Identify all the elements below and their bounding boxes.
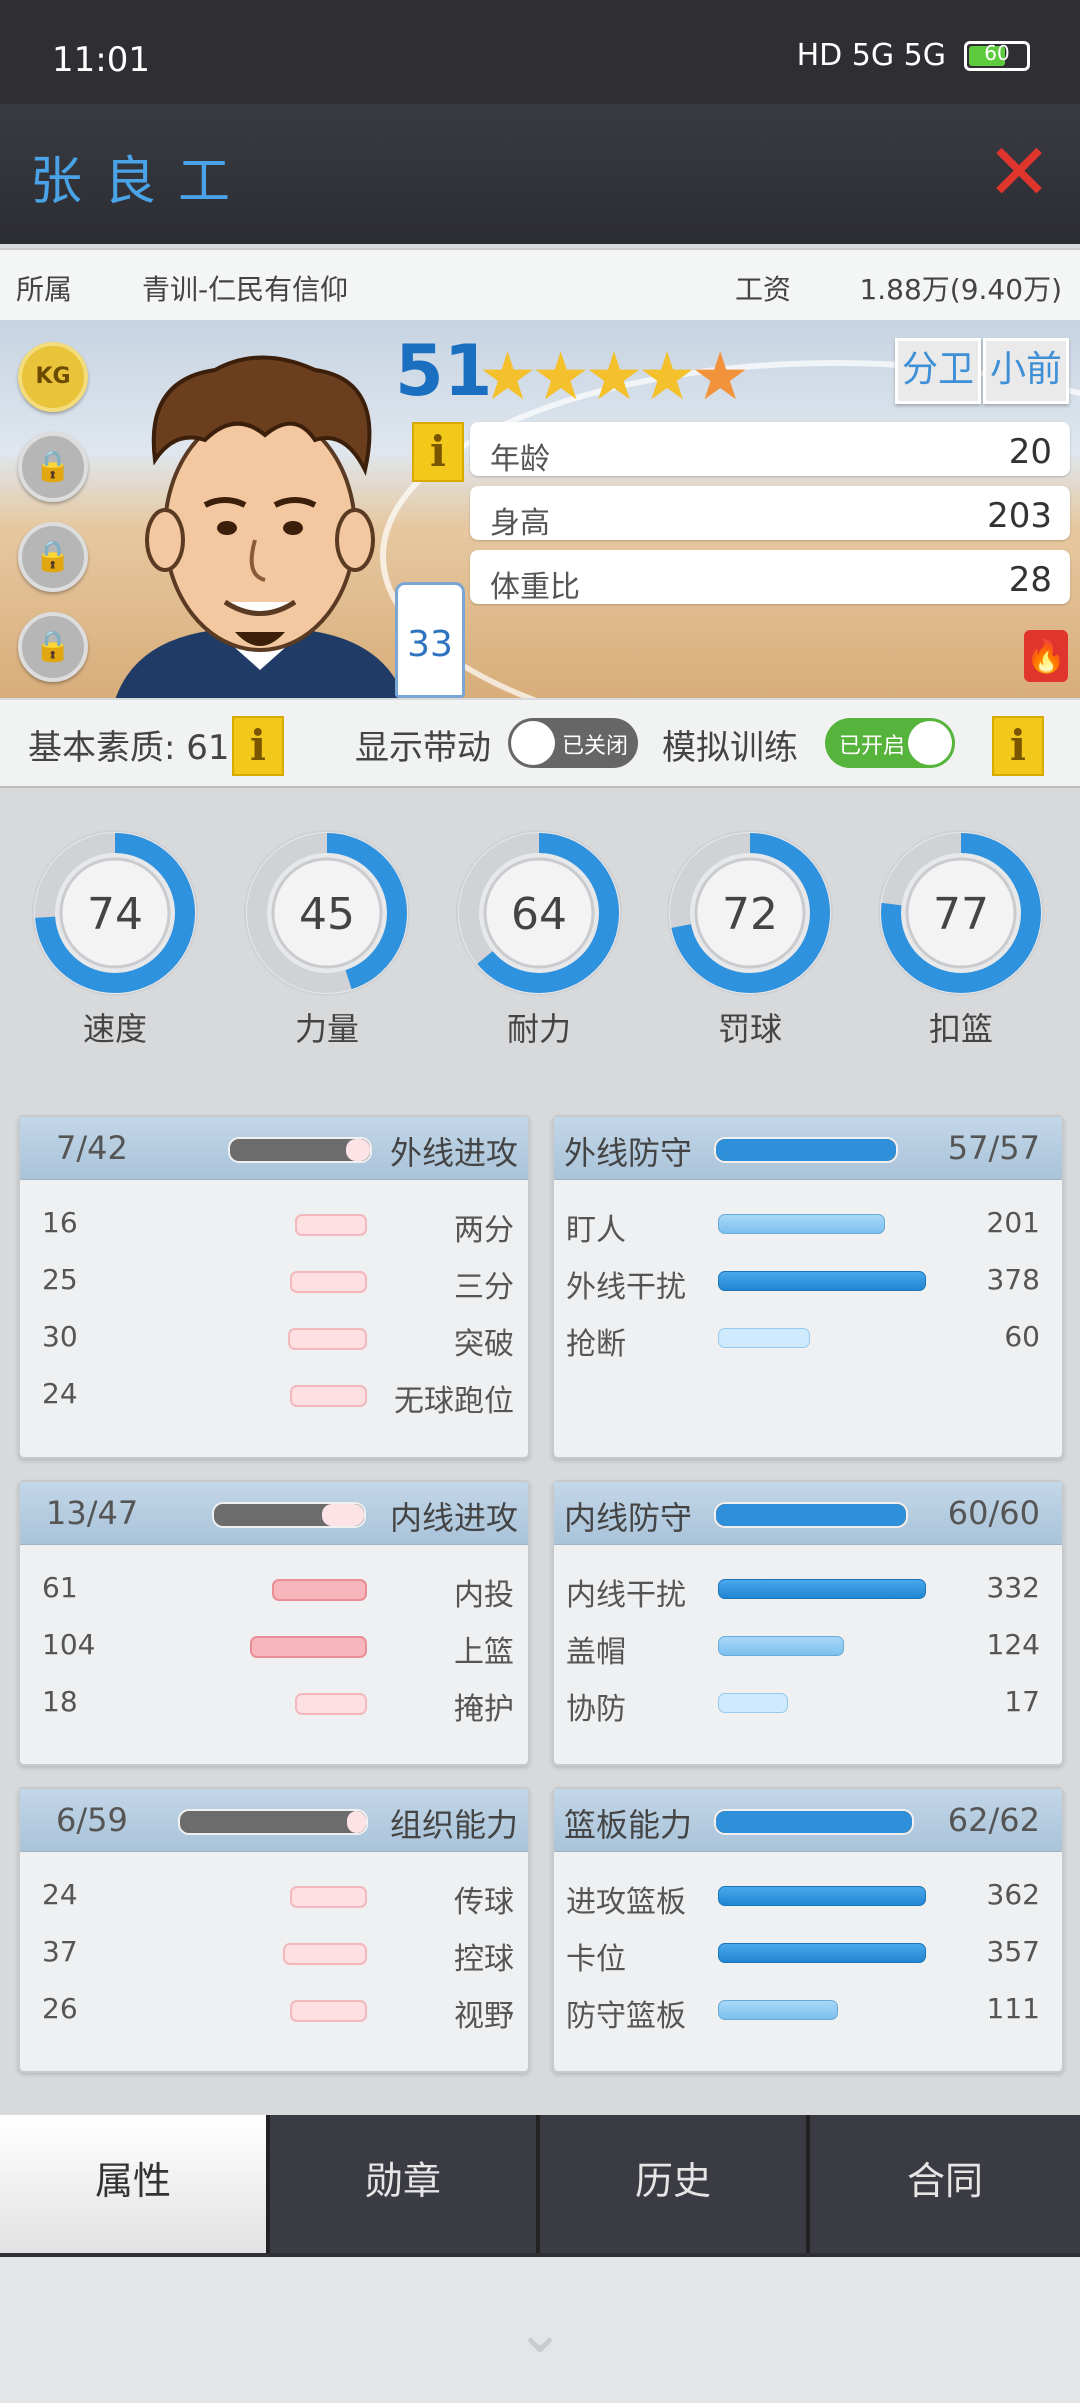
list-item: 内线干扰 332 xyxy=(566,1571,1040,1613)
tab-badges[interactable]: 勋章 xyxy=(270,2115,540,2253)
team-value: 青训-仁民有信仰 xyxy=(142,273,349,306)
base-quality: 基本素质: 61 xyxy=(28,728,230,768)
lock-icon[interactable]: 🔒 xyxy=(18,612,88,682)
toggle-bar: 基本素质: 61 i 显示带动 已关闭 模拟训练 已开启 i xyxy=(0,700,1080,788)
panel-title: 外线进攻 xyxy=(389,1134,518,1172)
lock-icon[interactable]: 🔒 xyxy=(18,432,88,502)
panel-progress xyxy=(714,1502,908,1528)
sim-training-toggle[interactable]: 已开启 xyxy=(825,718,955,768)
info-icon[interactable]: i xyxy=(232,716,284,776)
info-icon[interactable]: i xyxy=(412,422,464,482)
lock-icon[interactable]: 🔒 xyxy=(18,522,88,592)
status-time: 11:01 xyxy=(52,40,150,80)
tab-contract[interactable]: 合同 xyxy=(810,2115,1080,2253)
show-drive-toggle[interactable]: 已关闭 xyxy=(508,718,638,768)
jersey-icon: 33 xyxy=(395,582,465,698)
panel-progress xyxy=(178,1809,368,1835)
kg-badge[interactable]: KG xyxy=(18,342,88,412)
panel-playmaking: 6/59 组织能力 24 传球 37 控球 26 视野 xyxy=(18,1787,530,2073)
gauge-speed: 74 速度 xyxy=(30,828,200,1050)
list-item: 盖帽 124 xyxy=(566,1628,1040,1670)
salary-label: 工资 xyxy=(735,273,792,306)
panel-count: 60/60 xyxy=(947,1494,1040,1532)
tab-history[interactable]: 历史 xyxy=(540,2115,810,2253)
panel-progress xyxy=(714,1809,914,1835)
gauge-dunk: 77 扣篮 xyxy=(876,828,1046,1050)
panel-title: 内线防守 xyxy=(564,1499,693,1537)
star-rating: ★★★★★ xyxy=(478,338,750,415)
panel-inside-defense: 内线防守 60/60 内线干扰 332 盖帽 124 协防 17 xyxy=(552,1480,1064,1766)
tab-attributes[interactable]: 属性 xyxy=(0,2115,270,2253)
panel-count: 57/57 xyxy=(947,1129,1040,1167)
salary-value: 1.88万(9.40万) xyxy=(859,273,1062,306)
player-avatar xyxy=(115,355,405,698)
gauge-value: 45 xyxy=(299,889,355,940)
gauge-value: 77 xyxy=(933,889,989,940)
list-item: 协防 17 xyxy=(566,1685,1040,1727)
status-icons: HD 5G 5G 60 xyxy=(797,38,1030,73)
panel-title: 组织能力 xyxy=(389,1806,518,1844)
position-tag: 分卫 xyxy=(895,338,981,404)
panel-outside-attack: 7/42 外线进攻 16 两分 25 三分 30 突破 24 无球跑位 xyxy=(18,1115,530,1459)
panel-title: 外线防守 xyxy=(564,1134,693,1172)
attr-weight-ratio: 体重比 28 xyxy=(470,550,1070,605)
panel-outside-defense: 外线防守 57/57 盯人 201 外线干扰 378 抢断 60 xyxy=(552,1115,1064,1459)
panel-inside-attack: 13/47 内线进攻 61 内投 104 上篮 18 掩护 xyxy=(18,1480,530,1766)
list-item: 外线干扰 378 xyxy=(566,1263,1040,1305)
panel-progress xyxy=(228,1137,372,1163)
list-item: 25 三分 xyxy=(42,1263,514,1305)
panel-count: 13/47 xyxy=(46,1494,139,1532)
list-item: 18 掩护 xyxy=(42,1685,514,1727)
panel-count: 7/42 xyxy=(56,1129,128,1167)
gauge-value: 74 xyxy=(87,889,143,940)
info-icon[interactable]: i xyxy=(992,716,1044,776)
info-bar: 所属 青训-仁民有信仰 工资 1.88万(9.40万) xyxy=(0,248,1080,322)
sim-training-label: 模拟训练 xyxy=(662,728,798,768)
panel-count: 6/59 xyxy=(56,1801,128,1839)
status-bar: 11:01 HD 5G 5G 60 xyxy=(0,0,1080,104)
list-item: 26 视野 xyxy=(42,1992,514,2034)
title-bar: 张良工 ✕ xyxy=(0,104,1080,244)
panel-rebounding: 篮板能力 62/62 进攻篮板 362 卡位 357 防守篮板 111 xyxy=(552,1787,1064,2073)
fire-icon[interactable]: 🔥 xyxy=(1024,630,1068,682)
list-item: 37 控球 xyxy=(42,1935,514,1977)
panel-count: 62/62 xyxy=(947,1801,1040,1839)
battery-icon: 60 xyxy=(964,40,1030,71)
gauge-free-throw: 72 罚球 xyxy=(665,828,835,1050)
player-hero: KG 🔒 🔒 🔒 51 ★★★★★ 分卫 小前 i 年龄 20 身高 203 体… xyxy=(0,320,1080,698)
list-item: 16 两分 xyxy=(42,1206,514,1248)
player-name: 张良工 xyxy=(30,152,253,212)
list-item: 61 内投 xyxy=(42,1571,514,1613)
panel-title: 篮板能力 xyxy=(564,1806,693,1844)
list-item: 104 上篮 xyxy=(42,1628,514,1670)
gauge-value: 72 xyxy=(722,889,778,940)
list-item: 24 传球 xyxy=(42,1878,514,1920)
panel-progress xyxy=(212,1502,366,1528)
close-button[interactable]: ✕ xyxy=(986,134,1052,212)
show-drive-label: 显示带动 xyxy=(355,728,491,768)
chevron-down-icon[interactable]: ⌄ xyxy=(505,2297,575,2367)
panel-title: 内线进攻 xyxy=(389,1499,518,1537)
bottom-area: ⌄ xyxy=(0,2257,1080,2403)
tab-bar: 属性 勋章 历史 合同 xyxy=(0,2115,1080,2257)
list-item: 30 突破 xyxy=(42,1320,514,1362)
list-item: 防守篮板 111 xyxy=(566,1992,1040,2034)
attr-age: 年龄 20 xyxy=(470,422,1070,477)
list-item: 卡位 357 xyxy=(566,1935,1040,1977)
list-item: 抢断 60 xyxy=(566,1320,1040,1362)
gauge-value: 64 xyxy=(511,889,567,940)
attr-height: 身高 203 xyxy=(470,486,1070,541)
gauge-strength: 45 力量 xyxy=(242,828,412,1050)
team-label: 所属 xyxy=(16,273,73,306)
list-item: 24 无球跑位 xyxy=(42,1377,514,1419)
gauge-row: 74 速度 45 力量 64 耐力 72 罚球 77 扣篮 xyxy=(0,810,1080,1080)
position-tag: 小前 xyxy=(983,338,1069,404)
network-indicator: HD 5G 5G xyxy=(796,38,946,73)
panel-progress xyxy=(714,1137,898,1163)
gauge-stamina: 64 耐力 xyxy=(454,828,624,1050)
list-item: 进攻篮板 362 xyxy=(566,1878,1040,1920)
list-item: 盯人 201 xyxy=(566,1206,1040,1248)
